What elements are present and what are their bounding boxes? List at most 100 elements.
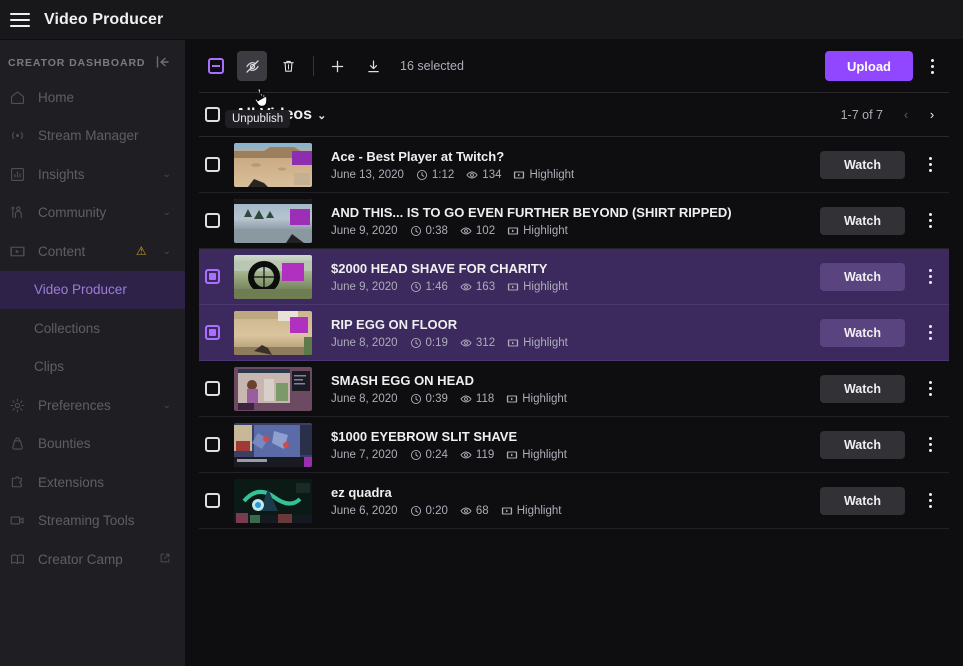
video-meta: June 13, 2020 1:12 134 Highlight xyxy=(331,169,820,181)
row-more-menu-icon[interactable] xyxy=(915,430,945,460)
checkbox-indeterminate-icon xyxy=(208,58,224,74)
sidebar-item-insights[interactable]: Insights ⌄ xyxy=(0,155,185,194)
video-thumbnail[interactable] xyxy=(234,142,312,187)
video-date: June 6, 2020 xyxy=(331,504,398,517)
duration-value: 0:39 xyxy=(425,392,448,405)
sidebar-item-clips[interactable]: Clips xyxy=(0,348,185,387)
row-checkbox[interactable] xyxy=(205,157,220,172)
video-thumbnail[interactable] xyxy=(234,366,312,411)
row-checkbox[interactable] xyxy=(205,437,220,452)
row-more-menu-icon[interactable] xyxy=(915,318,945,348)
eye-slash-icon xyxy=(244,58,261,75)
watch-button[interactable]: Watch xyxy=(820,486,905,515)
video-title[interactable]: $1000 EYEBROW SLIT SHAVE xyxy=(331,429,820,444)
pagination-next-button[interactable]: › xyxy=(919,102,945,128)
sidebar-item-community[interactable]: Community ⌄ xyxy=(0,194,185,233)
row-more-menu-icon[interactable] xyxy=(915,206,945,236)
trash-icon xyxy=(280,58,297,75)
row-checkbox[interactable] xyxy=(205,213,220,228)
row-checkbox[interactable] xyxy=(205,325,220,340)
sidebar-item-label: Preferences xyxy=(38,397,111,413)
watch-button[interactable]: Watch xyxy=(820,150,905,179)
watch-button[interactable]: Watch xyxy=(820,374,905,403)
upload-button[interactable]: Upload xyxy=(824,51,913,81)
highlight-icon xyxy=(507,281,519,293)
duration-value: 0:24 xyxy=(425,448,448,461)
highlight-icon xyxy=(513,169,525,181)
row-more-menu-icon[interactable] xyxy=(915,374,945,404)
chevron-down-icon[interactable]: ⌄ xyxy=(163,246,171,257)
video-views: 102 xyxy=(460,225,495,237)
add-button[interactable] xyxy=(322,51,352,81)
video-thumbnail[interactable] xyxy=(234,254,312,299)
watch-button[interactable]: Watch xyxy=(820,206,905,235)
collapse-left-icon[interactable] xyxy=(155,55,171,71)
sidebar-header: CREATOR DASHBOARD xyxy=(0,48,185,78)
pagination: 1-7 of 7 ‹ › xyxy=(841,102,945,128)
chevron-down-icon[interactable]: ⌄ xyxy=(163,207,171,218)
row-checkbox[interactable] xyxy=(205,269,220,284)
video-title[interactable]: Ace - Best Player at Twitch? xyxy=(331,149,820,164)
table-row[interactable]: AND THIS... IS TO GO EVEN FURTHER BEYOND… xyxy=(199,193,949,249)
sidebar-item-video-producer[interactable]: Video Producer xyxy=(0,270,185,309)
watch-button[interactable]: Watch xyxy=(820,318,905,347)
sidebar-item-extensions[interactable]: Extensions xyxy=(0,463,185,502)
video-title[interactable]: AND THIS... IS TO GO EVEN FURTHER BEYOND… xyxy=(331,205,820,220)
pagination-prev-button[interactable]: ‹ xyxy=(893,102,919,128)
table-row[interactable]: Ace - Best Player at Twitch? June 13, 20… xyxy=(199,137,949,193)
hamburger-menu-icon[interactable] xyxy=(10,10,30,30)
app-body: CREATOR DASHBOARD Home Stream Manager In… xyxy=(0,40,963,666)
sidebar-item-bounties[interactable]: Bounties xyxy=(0,425,185,464)
sidebar-item-preferences[interactable]: Preferences ⌄ xyxy=(0,386,185,425)
sidebar-item-label: Bounties xyxy=(38,436,91,452)
chevron-down-icon[interactable]: ⌄ xyxy=(163,169,171,180)
video-thumbnail[interactable] xyxy=(234,310,312,355)
video-date: June 8, 2020 xyxy=(331,392,398,405)
video-meta: June 8, 2020 0:39 118 Highlight xyxy=(331,393,820,405)
highlight-icon xyxy=(501,505,513,517)
unpublish-tooltip: Unpublish xyxy=(225,110,291,128)
video-views: 118 xyxy=(460,393,494,405)
download-button[interactable] xyxy=(358,51,388,81)
table-row[interactable]: $1000 EYEBROW SLIT SHAVE June 7, 2020 0:… xyxy=(199,417,949,473)
table-row[interactable]: $2000 HEAD SHAVE FOR CHARITY June 9, 202… xyxy=(199,249,949,305)
row-more-menu-icon[interactable] xyxy=(915,262,945,292)
warning-icon: ⚠ xyxy=(135,244,147,259)
table-row[interactable]: RIP EGG ON FLOOR June 8, 2020 0:19 312 H… xyxy=(199,305,949,361)
unpublish-button[interactable] xyxy=(237,51,267,81)
toolbar-more-menu-icon[interactable] xyxy=(919,51,945,81)
page-title: Video Producer xyxy=(44,10,164,28)
sidebar-item-home[interactable]: Home xyxy=(0,78,185,117)
eye-icon xyxy=(460,225,472,237)
row-more-menu-icon[interactable] xyxy=(915,150,945,180)
video-title[interactable]: SMASH EGG ON HEAD xyxy=(331,373,820,388)
video-views: 163 xyxy=(460,281,495,293)
video-thumbnail[interactable] xyxy=(234,422,312,467)
highlight-icon xyxy=(507,225,519,237)
row-checkbox[interactable] xyxy=(205,381,220,396)
sidebar-item-content[interactable]: Content ⚠ ⌄ xyxy=(0,232,185,271)
row-checkbox[interactable] xyxy=(205,493,220,508)
row-more-menu-icon[interactable] xyxy=(915,486,945,516)
select-all-checkbox[interactable] xyxy=(205,107,220,122)
select-all-toggle-button[interactable] xyxy=(201,51,231,81)
sidebar-item-label: Creator Camp xyxy=(38,551,123,567)
video-title[interactable]: $2000 HEAD SHAVE FOR CHARITY xyxy=(331,261,820,276)
highlight-icon xyxy=(506,449,518,461)
sidebar-item-stream-manager[interactable]: Stream Manager xyxy=(0,117,185,156)
video-thumbnail[interactable] xyxy=(234,478,312,523)
video-title[interactable]: ez quadra xyxy=(331,485,820,500)
eye-icon xyxy=(460,281,472,293)
chevron-down-icon[interactable]: ⌄ xyxy=(163,400,171,411)
video-title[interactable]: RIP EGG ON FLOOR xyxy=(331,317,820,332)
delete-button[interactable] xyxy=(273,51,303,81)
bounty-bag-icon xyxy=(8,435,26,453)
video-thumbnail[interactable] xyxy=(234,198,312,243)
sidebar-item-streaming-tools[interactable]: Streaming Tools xyxy=(0,502,185,541)
table-row[interactable]: ez quadra June 6, 2020 0:20 68 Highlight… xyxy=(199,473,949,529)
watch-button[interactable]: Watch xyxy=(820,430,905,459)
watch-button[interactable]: Watch xyxy=(820,262,905,291)
sidebar-item-collections[interactable]: Collections xyxy=(0,309,185,348)
table-row[interactable]: SMASH EGG ON HEAD June 8, 2020 0:39 118 xyxy=(199,361,949,417)
sidebar-item-creator-camp[interactable]: Creator Camp xyxy=(0,540,185,579)
